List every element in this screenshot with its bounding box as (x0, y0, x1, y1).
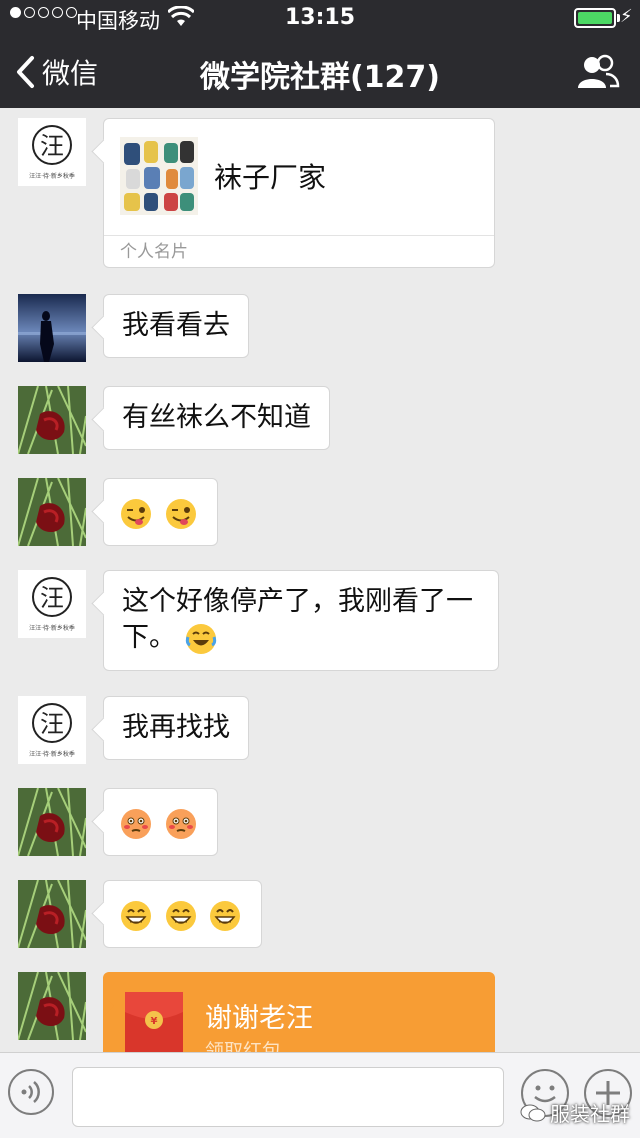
wang-logo-avatar: 汪 汪汪·待·新乡秋季 (18, 118, 86, 186)
watermark: 服装社群 (520, 1098, 630, 1127)
wink-tongue-emoji (121, 498, 151, 529)
blushing-emoji (165, 808, 196, 839)
red-flower-photo-avatar (18, 880, 86, 948)
avatar[interactable] (18, 788, 86, 856)
avatar[interactable] (18, 478, 86, 546)
battery-icon (574, 8, 616, 28)
message-text: 有丝袜么不知道 (122, 402, 311, 433)
night-sea-photo-avatar (18, 294, 86, 362)
crying-laughing-emoji (185, 623, 216, 654)
message-text: 我看看去 (122, 310, 230, 341)
avatar-logo-char: 汪 (40, 132, 64, 160)
message-input[interactable] (72, 1067, 504, 1127)
avatar-logo-caption: 汪汪·待·新乡秋季 (29, 624, 75, 632)
card-divider (104, 235, 494, 236)
grinning-emoji (165, 900, 196, 931)
status-bar: 中国移动 13:15 ⚡ (0, 0, 640, 36)
group-members-icon[interactable] (576, 52, 620, 92)
message-bubble[interactable] (103, 478, 218, 547)
red-flower-photo-avatar (18, 386, 86, 454)
avatar[interactable] (18, 294, 86, 362)
red-flower-photo-avatar (18, 788, 86, 856)
avatar-logo-char: 汪 (40, 584, 64, 612)
voice-icon (21, 1081, 40, 1103)
avatar[interactable] (18, 972, 86, 1040)
avatar[interactable] (18, 880, 86, 948)
avatar-logo-caption: 汪汪·待·新乡秋季 (29, 750, 75, 758)
blushing-emoji (121, 808, 151, 839)
red-flower-photo-avatar (18, 478, 86, 546)
wink-tongue-emoji (165, 498, 196, 529)
message-bubble[interactable] (103, 880, 263, 949)
grinning-emoji (121, 900, 151, 931)
red-packet-title: 谢谢老汪 (205, 1003, 313, 1034)
wang-logo-avatar: 汪 汪汪·待·新乡秋季 (18, 696, 86, 764)
contact-card-bubble[interactable]: 袜子厂家 个人名片 (103, 118, 495, 268)
card-type-label: 个人名片 (120, 242, 188, 262)
red-packet-bubble[interactable]: ¥ 谢谢老汪 领取红包 (103, 972, 495, 1052)
avatar[interactable]: 汪 汪汪·待·新乡秋季 (18, 118, 86, 186)
charging-icon: ⚡ (620, 6, 633, 27)
grinning-emoji (210, 900, 241, 931)
message-bubble[interactable]: 我再找找 (103, 696, 249, 761)
red-flower-photo-avatar (18, 972, 86, 1040)
red-envelope-icon: ¥ (125, 992, 183, 1052)
status-time: 13:15 (284, 5, 356, 30)
message-text: 这个好像停产了，我刚看了一下。 (122, 586, 473, 654)
chat-area[interactable]: 汪 汪汪·待·新乡秋季 袜子厂家 个人名片 我看看去 有丝袜么不知道 汪 汪汪·… (0, 108, 640, 1052)
wang-logo-avatar: 汪 汪汪·待·新乡秋季 (18, 570, 86, 638)
voice-input-button[interactable] (8, 1069, 54, 1115)
card-thumbnail-image (120, 137, 198, 215)
top-bar: 中国移动 13:15 ⚡ 微信 微学院社群(127) (0, 0, 640, 108)
wechat-logo-icon (520, 1104, 546, 1121)
nav-bar: 微信 微学院社群(127) (0, 36, 640, 108)
card-contact-name: 袜子厂家 (214, 161, 327, 194)
message-bubble[interactable]: 这个好像停产了，我刚看了一下。 (103, 570, 499, 671)
message-bubble[interactable]: 我看看去 (103, 294, 249, 359)
message-bubble[interactable] (103, 788, 218, 857)
red-packet-subtitle: 领取红包 (205, 1040, 282, 1052)
chat-title: 微学院社群(127) (199, 60, 441, 95)
avatar[interactable]: 汪 汪汪·待·新乡秋季 (18, 570, 86, 638)
message-text: 我再找找 (122, 712, 230, 743)
avatar[interactable] (18, 386, 86, 454)
avatar-logo-char: 汪 (40, 710, 64, 738)
svg-text:¥: ¥ (151, 1016, 158, 1027)
watermark-text: 服装社群 (550, 1102, 630, 1126)
avatar-logo-caption: 汪汪·待·新乡秋季 (29, 172, 75, 180)
avatar[interactable]: 汪 汪汪·待·新乡秋季 (18, 696, 86, 764)
message-bubble[interactable]: 有丝袜么不知道 (103, 386, 330, 451)
